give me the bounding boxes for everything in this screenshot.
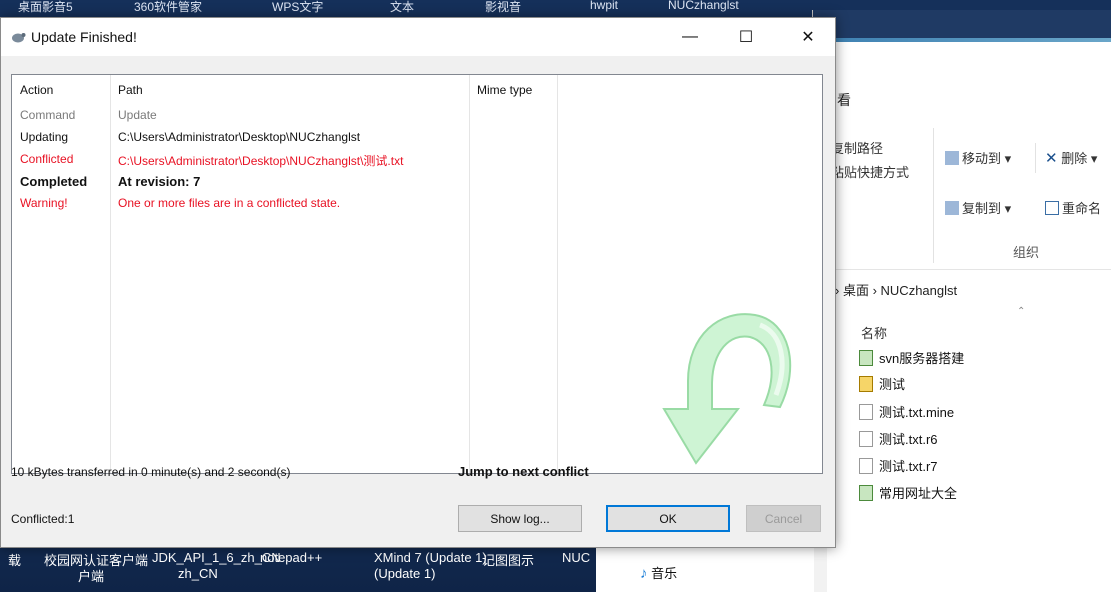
- ribbon: 复制路径 粘贴快捷方式 移动到 ▾ ✕ 删除 ▾ 复制到 ▾ 重命名 组织: [813, 118, 1111, 270]
- file-item[interactable]: 测试.txt.r7: [859, 456, 938, 480]
- move-to-label: 移动到: [962, 151, 1002, 166]
- move-to-button[interactable]: 移动到 ▾: [945, 148, 1011, 167]
- nav-item-music-label: 音乐: [651, 566, 678, 581]
- column-divider: [557, 75, 558, 473]
- delete-x-icon: ✕: [1045, 150, 1058, 167]
- conflict-file-icon: [859, 376, 873, 392]
- desktop-label: 户端: [78, 569, 105, 584]
- breadcrumb[interactable]: › 桌面 › NUCzhanglst: [835, 280, 957, 299]
- sort-up-icon: ⌃: [1017, 306, 1026, 317]
- transfer-status: 10 kBytes transferred in 0 minute(s) and…: [11, 465, 291, 479]
- desktop-label[interactable]: hwpit: [590, 0, 618, 12]
- close-icon: ✕: [801, 29, 815, 46]
- desktop-label[interactable]: NUC: [562, 550, 590, 565]
- dialog-title: Update Finished!: [31, 29, 137, 45]
- delete-button[interactable]: ✕ 删除 ▾: [1045, 148, 1097, 167]
- minimize-icon: —: [682, 28, 698, 45]
- ribbon-separator: [933, 128, 934, 263]
- breadcrumb-desktop[interactable]: 桌面: [843, 283, 869, 298]
- column-divider: [469, 75, 470, 473]
- explorer-titlebar: [813, 10, 1111, 40]
- desktop-label[interactable]: 桌面影音5: [18, 0, 73, 15]
- file-name: 测试.txt.r6: [879, 432, 938, 447]
- ribbon-separator: [1035, 143, 1036, 173]
- file-item[interactable]: svn服务器搭建: [859, 348, 964, 372]
- file-name: 测试.txt.r7: [879, 459, 938, 474]
- row-action[interactable]: Conflicted: [20, 152, 73, 174]
- delete-label: 删除: [1061, 151, 1088, 166]
- ribbon-group-label: 组织: [1013, 245, 1040, 260]
- rename-icon: [1045, 201, 1059, 215]
- desktop-label[interactable]: 记图图示: [482, 550, 534, 569]
- row-path[interactable]: C:\Users\Administrator\Desktop\NUCzhangl…: [118, 130, 360, 152]
- update-arrow-icon: [662, 313, 792, 465]
- music-note-icon: ♪: [640, 565, 648, 582]
- file-item[interactable]: 测试.txt.r6: [859, 429, 938, 453]
- svn-file-icon: [859, 350, 873, 366]
- copy-path-button[interactable]: 复制路径: [831, 138, 883, 157]
- rename-button[interactable]: 重命名: [1045, 198, 1101, 217]
- tortoise-app-icon: [12, 33, 26, 43]
- row-path[interactable]: One or more files are in a conflicted st…: [118, 196, 340, 218]
- row-action[interactable]: Command: [20, 108, 75, 130]
- close-button[interactable]: ✕: [785, 18, 831, 56]
- copy-to-label: 复制到: [962, 201, 1002, 216]
- cancel-button[interactable]: Cancel: [746, 505, 821, 532]
- file-name: 测试.txt.mine: [879, 405, 955, 420]
- desktop-label[interactable]: XMind 7 (Update 1): [374, 550, 487, 565]
- desktop-label[interactable]: WPS文字: [272, 0, 323, 15]
- desktop-label[interactable]: 360软件管家: [134, 0, 202, 15]
- breadcrumb-folder[interactable]: NUCzhanglst: [881, 283, 958, 298]
- column-header-name[interactable]: 名称: [861, 323, 887, 342]
- file-name: svn服务器搭建: [879, 351, 965, 366]
- file-item[interactable]: 常用网址大全: [859, 483, 957, 507]
- explorer-nav-bottom: [596, 548, 814, 592]
- column-divider: [110, 75, 111, 473]
- conflicted-count: Conflicted:1: [11, 512, 75, 526]
- desktop-icon-labels-bottom: 载 校园网认证客户端 JDK_API_1_6_zh_CN notepad++ X…: [0, 548, 600, 592]
- text-file-icon: [859, 458, 873, 474]
- copy-to-icon: [945, 201, 959, 215]
- row-action[interactable]: Completed: [20, 174, 87, 196]
- desktop-label[interactable]: notepad++: [260, 550, 322, 565]
- row-path[interactable]: At revision: 7: [118, 174, 200, 196]
- show-log-button[interactable]: Show log...: [458, 505, 582, 532]
- desktop-label: zh_CN: [178, 566, 218, 581]
- copy-to-button[interactable]: 复制到 ▾: [945, 198, 1011, 217]
- update-finished-dialog: Update Finished! — ☐ ✕ Action Path Mime …: [0, 17, 836, 548]
- row-action[interactable]: Updating: [20, 130, 68, 152]
- desktop-label[interactable]: 文本: [390, 0, 414, 15]
- file-item[interactable]: 测试: [859, 374, 905, 398]
- file-name: 测试: [879, 377, 906, 392]
- desktop-label[interactable]: 影视音: [485, 0, 521, 15]
- desktop-label[interactable]: 载: [8, 550, 21, 569]
- dialog-titlebar[interactable]: Update Finished! — ☐ ✕: [1, 18, 835, 56]
- desktop-label: (Update 1): [374, 566, 436, 581]
- row-path[interactable]: Update: [118, 108, 157, 130]
- row-path[interactable]: C:\Users\Administrator\Desktop\NUCzhangl…: [118, 152, 403, 174]
- jump-to-next-conflict-link[interactable]: Jump to next conflict: [458, 464, 589, 479]
- text-file-icon: [859, 431, 873, 447]
- explorer-accent-bar: [813, 38, 1111, 42]
- rename-label: 重命名: [1062, 201, 1102, 216]
- minimize-button[interactable]: —: [667, 18, 713, 56]
- column-header-path[interactable]: Path: [110, 75, 470, 101]
- column-header-mime[interactable]: Mime type: [469, 75, 557, 101]
- column-header-action[interactable]: Action: [12, 75, 110, 101]
- file-item[interactable]: 测试.txt.mine: [859, 402, 954, 426]
- maximize-icon: ☐: [738, 29, 754, 46]
- file-name: 常用网址大全: [879, 486, 958, 501]
- nav-item-music[interactable]: ♪ 音乐: [640, 563, 677, 582]
- desktop-label[interactable]: NUCzhanglst: [668, 0, 739, 12]
- svn-file-icon: [859, 485, 873, 501]
- text-file-icon: [859, 404, 873, 420]
- paste-shortcut-button[interactable]: 粘贴快捷方式: [831, 162, 909, 181]
- row-action[interactable]: Warning!: [20, 196, 68, 218]
- file-explorer-window: 看 复制路径 粘贴快捷方式 移动到 ▾ ✕ 删除 ▾ 复制到 ▾ 重命名 组织 …: [812, 10, 1111, 592]
- update-results-list[interactable]: Action Path Mime type Command Update Upd…: [11, 74, 823, 474]
- ribbon-tab-view[interactable]: 看: [837, 90, 851, 110]
- move-to-icon: [945, 151, 959, 165]
- maximize-button[interactable]: ☐: [723, 18, 769, 56]
- ok-button[interactable]: OK: [606, 505, 730, 532]
